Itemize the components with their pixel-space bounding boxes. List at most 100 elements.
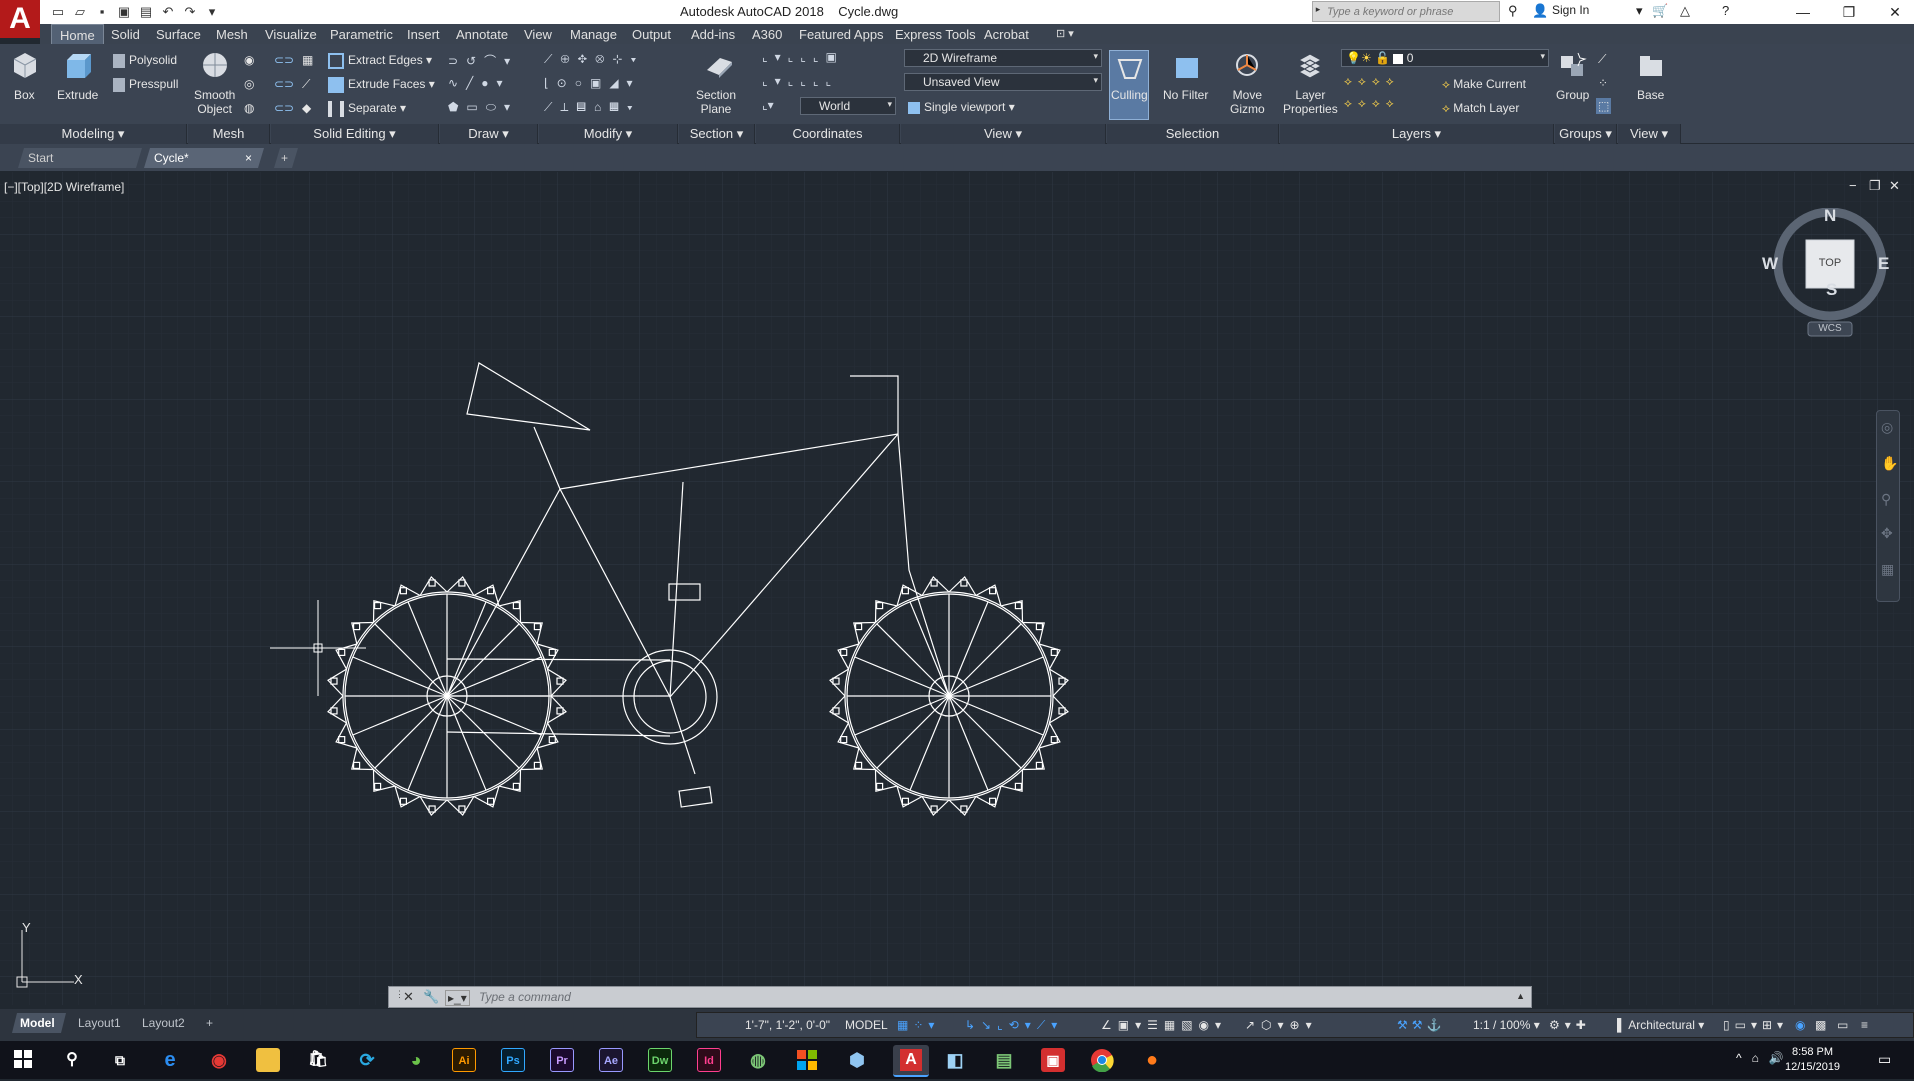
redo-icon[interactable]: ↷ (182, 4, 198, 20)
office-icon[interactable] (795, 1048, 819, 1072)
viewcube[interactable]: N S E W TOP WCS (1762, 206, 1890, 338)
application-menu-button[interactable]: A (0, 0, 40, 38)
box-button[interactable]: Box (14, 88, 35, 102)
tab-model[interactable]: Model (12, 1013, 66, 1033)
pedal-top[interactable] (668, 583, 701, 601)
visual-style-select[interactable]: 2D Wireframe ▾ (904, 49, 1102, 67)
new-tab-button[interactable]: + (274, 148, 298, 168)
tab-a360[interactable]: A360 (752, 27, 782, 42)
tab-featured-apps[interactable]: Featured Apps (799, 27, 884, 42)
group-tool-2-icon[interactable]: ⁘ (1598, 76, 1608, 90)
coordinates-readout[interactable]: 1'-7", 1'-2", 0'-0" (745, 1018, 830, 1032)
intersect-icon[interactable]: ⊂⊃ (274, 101, 294, 115)
drawing-canvas[interactable]: [−][Top][2D Wireframe] − ❐ ✕ N S E W TOP… (0, 172, 1914, 1005)
hardware-acceleration-icon[interactable]: ▩ (1815, 1018, 1826, 1032)
tab-surface[interactable]: Surface (156, 27, 201, 42)
view-panel-label[interactable]: View ▾ (901, 124, 1106, 144)
close-tab-icon[interactable]: × (245, 151, 252, 165)
windows-start-button[interactable] (14, 1050, 32, 1068)
named-view-select[interactable]: Unsaved View ▾ (904, 73, 1102, 91)
make-current-button[interactable]: ⟡ Make Current (1442, 77, 1526, 92)
zoom-icon[interactable]: ⚲ (1881, 491, 1891, 508)
customization-icon[interactable]: ≡ (1861, 1018, 1868, 1032)
down-tube[interactable] (669, 433, 899, 698)
layers-panel-label[interactable]: Layers ▾ (1280, 124, 1554, 144)
tab-visualize[interactable]: Visualize (265, 27, 317, 42)
crank-arm-top[interactable] (669, 481, 684, 698)
bicycle-drawing[interactable] (0, 172, 1914, 1005)
view2-panel-label[interactable]: View ▾ (1618, 124, 1681, 144)
close-button[interactable]: ✕ (1872, 0, 1914, 24)
draw-panel-label[interactable]: Draw ▾ (440, 124, 538, 144)
coordinates-row-2[interactable]: ⌞▾⌞⌞⌞⌞ (762, 74, 838, 88)
tab-express-tools[interactable]: Express Tools (895, 27, 976, 42)
ucs-icon[interactable]: ⌞▾ (762, 98, 774, 112)
command-input[interactable]: Type a command (479, 990, 571, 1004)
user-icon[interactable]: 👤 (1532, 3, 1548, 19)
annotation-toggles[interactable]: ⚒⚒⚓ (1397, 1018, 1445, 1032)
autocad-taskbar-button[interactable]: A (893, 1045, 929, 1077)
draw-row-2[interactable]: ∿╱●▾ (448, 76, 511, 90)
solid-editing-panel-label[interactable]: Solid Editing ▾ (271, 124, 439, 144)
mesh-tool-2-icon[interactable]: ◎ (244, 77, 254, 91)
wcs-menu[interactable]: WCS (1808, 323, 1852, 334)
osnap-toggles[interactable]: ∠▣▾☰▦▧◉▾ (1101, 1018, 1227, 1032)
polysolid-button[interactable]: Polysolid (113, 53, 177, 68)
extrude-faces-button[interactable]: Extrude Faces ▾ (328, 77, 435, 93)
modify-panel-label[interactable]: Modify ▾ (539, 124, 678, 144)
premiere-icon[interactable]: Pr (550, 1048, 574, 1072)
edge-icon[interactable]: e (158, 1048, 182, 1072)
a360-icon[interactable]: △ (1680, 3, 1690, 19)
mesh-tool-3-icon[interactable]: ◍ (244, 101, 254, 115)
separate-button[interactable]: Separate ▾ (328, 101, 406, 117)
command-line[interactable]: ⋮ ✕ 🔧 ▸_▾ Type a command ▲ (388, 986, 1532, 1008)
workspace-switching[interactable]: ⚙▾✚ (1549, 1018, 1591, 1032)
android-studio-icon[interactable]: ◍ (746, 1048, 770, 1072)
maps-app-icon[interactable]: ◕ (404, 1048, 428, 1072)
seat[interactable] (466, 362, 591, 431)
layer-tools-row-2[interactable]: ⟡⟡⟡⟡ (1344, 96, 1400, 111)
move-gizmo-button[interactable]: Move Gizmo (1230, 88, 1265, 116)
plot-icon[interactable]: ▤ (138, 4, 154, 20)
group-tool-1-icon[interactable]: ⟋ (1598, 52, 1606, 67)
tab-view[interactable]: View (524, 27, 552, 42)
base-button[interactable]: Base (1637, 88, 1664, 102)
cmd-customize-icon[interactable]: 🔧 (423, 989, 439, 1005)
sign-in-dropdown-icon[interactable]: ▾ (1636, 3, 1643, 19)
coordinates-row-1[interactable]: ⌞▾⌞⌞⌞▣ (762, 50, 844, 64)
subtract-icon[interactable]: ⊂⊃ (274, 77, 294, 91)
mesh-panel-label[interactable]: Mesh (188, 124, 270, 144)
sync-icon[interactable]: ⟳ (355, 1048, 379, 1072)
tab-home[interactable]: Home (51, 24, 104, 44)
clean-screen-icon[interactable]: ▭ (1837, 1018, 1848, 1032)
new-icon[interactable]: ▭ (50, 4, 66, 20)
indesign-icon[interactable]: Id (697, 1048, 721, 1072)
tab-parametric[interactable]: Parametric (330, 27, 393, 42)
orbit-icon[interactable]: ✥ (1881, 525, 1893, 542)
extrude-button[interactable]: Extrude (57, 88, 98, 102)
sign-in-button[interactable]: Sign In (1552, 3, 1589, 17)
search-taskbar-icon[interactable]: ⚲ (60, 1048, 84, 1072)
tab-layout2[interactable]: Layout2 (134, 1013, 194, 1033)
tab-acrobat[interactable]: Acrobat (984, 27, 1029, 42)
pedal-bottom[interactable] (678, 786, 713, 808)
dreamweaver-icon[interactable]: Dw (648, 1048, 672, 1072)
union-icon[interactable]: ⊂⊃ (274, 53, 294, 67)
section-panel-label[interactable]: Section ▾ (679, 124, 755, 144)
modeling-panel-label[interactable]: Modeling ▾ (0, 124, 187, 144)
start-tab[interactable]: Start (18, 148, 142, 168)
viewport-config-button[interactable]: Single viewport ▾ (908, 100, 1015, 114)
recorder-icon[interactable]: ◉ (207, 1048, 231, 1072)
after-effects-icon[interactable]: Ae (599, 1048, 623, 1072)
undo-icon[interactable]: ↶ (160, 4, 176, 20)
cmd-close-icon[interactable]: ✕ (403, 989, 414, 1005)
task-view-icon[interactable]: ⧉ (108, 1048, 132, 1072)
help-icon[interactable]: ? (1722, 3, 1729, 18)
cmd-history-icon[interactable]: ▲ (1516, 991, 1525, 1001)
mesh-tool-1-icon[interactable]: ◉ (244, 53, 254, 67)
action-center-icon[interactable]: ▭ (1878, 1051, 1891, 1068)
annotation-scale[interactable]: 1:1 / 100% ▾ (1473, 1018, 1540, 1032)
seat-tube[interactable] (559, 488, 671, 698)
status-misc-toggles[interactable]: ▯▭▾⊞▾ (1723, 1018, 1788, 1032)
ribbon-toggle-icon[interactable]: ⊡ ▾ (1056, 27, 1074, 40)
